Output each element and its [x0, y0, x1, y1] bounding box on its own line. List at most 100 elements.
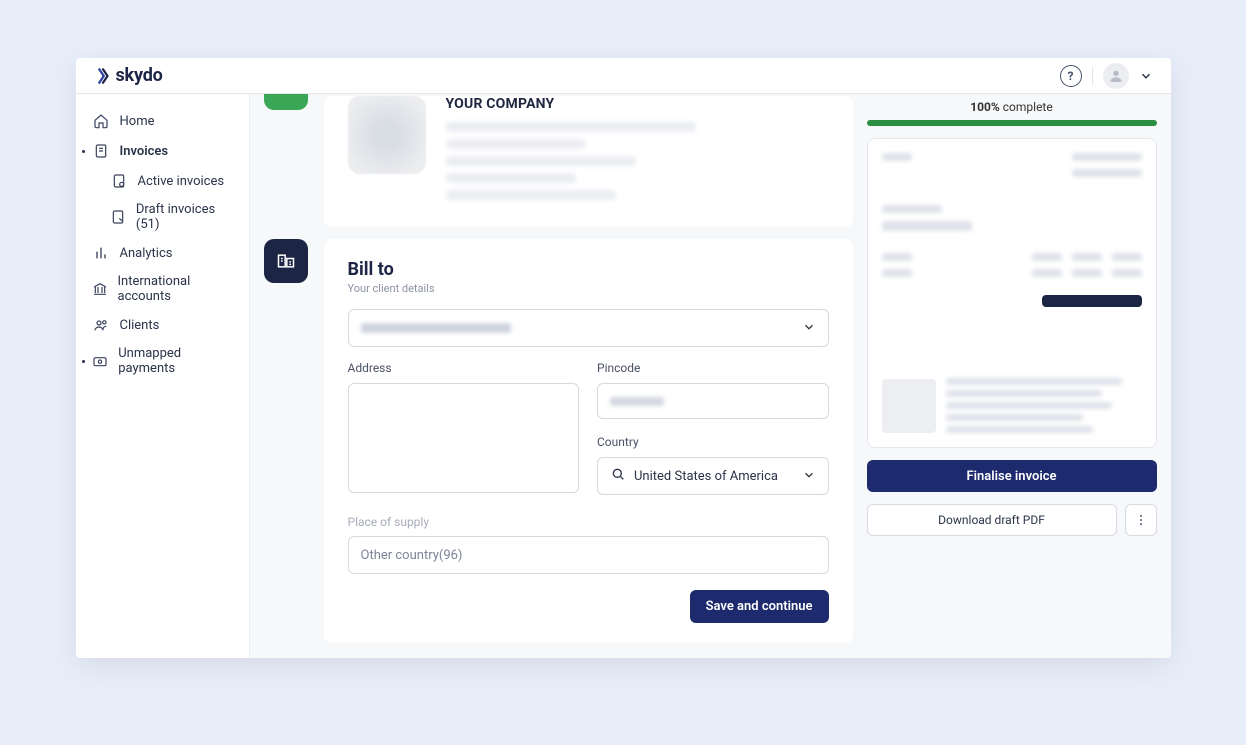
progress-label: complete	[1003, 100, 1053, 114]
blurred-text	[946, 390, 1103, 397]
blurred-text	[610, 397, 664, 406]
bill-to-card: Bill to Your client details Address	[324, 239, 853, 643]
blurred-text	[446, 190, 616, 200]
blurred-text	[1032, 269, 1062, 277]
blurred-text	[1072, 169, 1142, 177]
active-invoice-icon	[110, 172, 128, 190]
blurred-text	[1032, 253, 1062, 261]
account-menu-chevron-icon[interactable]	[1139, 69, 1153, 83]
avatar[interactable]	[1103, 63, 1129, 89]
sidebar-item-label: Clients	[120, 318, 160, 333]
blurred-text	[1112, 253, 1142, 261]
blurred-text	[946, 426, 1093, 433]
sidebar: Home Invoices Active invoices Draft invo…	[76, 94, 250, 658]
sidebar-item-draft-invoices[interactable]: Draft invoices (51)	[76, 196, 249, 238]
download-draft-button[interactable]: Download draft PDF	[867, 504, 1117, 536]
sidebar-item-unmapped[interactable]: Unmapped payments	[76, 340, 249, 382]
bill-to-subtitle: Your client details	[348, 282, 829, 295]
place-of-supply-input[interactable]: Other country(96)	[348, 536, 829, 574]
expand-dot-icon	[82, 360, 85, 363]
search-icon	[610, 466, 626, 486]
sidebar-item-label: Unmapped payments	[118, 346, 232, 376]
blurred-text	[1072, 253, 1102, 261]
sidebar-item-label: Invoices	[120, 144, 169, 159]
blurred-text	[882, 269, 912, 277]
blurred-text	[946, 378, 1122, 385]
sidebar-item-label: Active invoices	[138, 174, 225, 189]
blurred-text	[882, 205, 942, 213]
logo[interactable]: skydo	[94, 65, 163, 86]
blurred-text	[1112, 269, 1142, 277]
bill-to-section: Bill to Your client details Address	[264, 239, 853, 643]
bill-to-badge-icon	[264, 239, 308, 283]
client-select[interactable]	[348, 309, 829, 347]
sidebar-item-label: Draft invoices (51)	[136, 202, 233, 232]
address-input[interactable]	[348, 383, 580, 493]
blurred-text	[446, 156, 636, 166]
payments-icon	[92, 352, 109, 370]
content-column: YOUR COMPANY	[264, 94, 853, 638]
chevron-down-icon	[802, 319, 816, 338]
draft-invoice-icon	[110, 208, 126, 226]
topbar-right: ?	[1060, 63, 1153, 89]
progress-percent: 100%	[970, 100, 1000, 114]
country-select[interactable]: United States of America	[597, 457, 829, 495]
blurred-text	[946, 402, 1113, 409]
blurred-text	[946, 414, 1083, 421]
clients-icon	[92, 316, 110, 334]
home-icon	[92, 112, 110, 130]
blurred-text	[1072, 269, 1102, 277]
save-continue-button[interactable]: Save and continue	[690, 590, 829, 623]
sidebar-item-clients[interactable]: Clients	[76, 310, 249, 340]
place-of-supply-label: Place of supply	[348, 515, 430, 529]
bank-icon	[92, 280, 108, 298]
progress-bar	[867, 120, 1157, 126]
company-badge-icon	[264, 94, 308, 110]
sidebar-item-label: Home	[120, 114, 155, 129]
analytics-icon	[92, 244, 110, 262]
more-actions-button[interactable]	[1125, 504, 1157, 536]
divider	[1092, 67, 1093, 85]
blurred-text	[1072, 153, 1142, 161]
sidebar-item-label: International accounts	[118, 274, 233, 304]
sidebar-item-invoices[interactable]: Invoices	[76, 136, 249, 166]
preview-total-bar	[1042, 295, 1142, 307]
right-column: 100% complete	[867, 94, 1157, 638]
progress-text: 100% complete	[867, 100, 1157, 114]
blurred-text	[446, 173, 576, 183]
blurred-text	[361, 323, 511, 333]
pincode-label: Pincode	[597, 361, 829, 375]
company-logo-placeholder	[348, 96, 426, 174]
blurred-text	[446, 139, 586, 149]
body: Home Invoices Active invoices Draft invo…	[76, 94, 1171, 658]
address-label: Address	[348, 361, 580, 375]
progress-fill	[867, 120, 1157, 126]
sidebar-item-home[interactable]: Home	[76, 106, 249, 136]
expand-dot-icon	[82, 150, 85, 153]
finalise-invoice-button[interactable]: Finalise invoice	[867, 460, 1157, 492]
country-label: Country	[597, 435, 829, 449]
your-company-section: YOUR COMPANY	[264, 96, 853, 227]
preview-qr-placeholder	[882, 379, 936, 433]
country-value: United States of America	[634, 469, 778, 484]
main: YOUR COMPANY	[250, 94, 1171, 658]
app-window: skydo ? Home Invoices	[76, 58, 1171, 658]
invoice-preview	[867, 138, 1157, 448]
company-card: YOUR COMPANY	[324, 96, 853, 227]
invoice-icon	[92, 142, 110, 160]
sidebar-item-intl-accounts[interactable]: International accounts	[76, 268, 249, 310]
pincode-input[interactable]	[597, 383, 829, 419]
chevron-down-icon	[802, 467, 816, 486]
blurred-text	[882, 221, 972, 231]
company-heading: YOUR COMPANY	[446, 96, 829, 112]
help-icon[interactable]: ?	[1060, 65, 1082, 87]
sidebar-item-label: Analytics	[120, 246, 173, 261]
place-of-supply-value: Other country(96)	[361, 548, 463, 563]
sidebar-item-analytics[interactable]: Analytics	[76, 238, 249, 268]
logo-text: skydo	[116, 65, 163, 86]
blurred-text	[882, 153, 912, 161]
bill-to-title: Bill to	[348, 259, 829, 280]
blurred-text	[882, 253, 912, 261]
logo-mark-icon	[94, 67, 112, 85]
sidebar-item-active-invoices[interactable]: Active invoices	[76, 166, 249, 196]
